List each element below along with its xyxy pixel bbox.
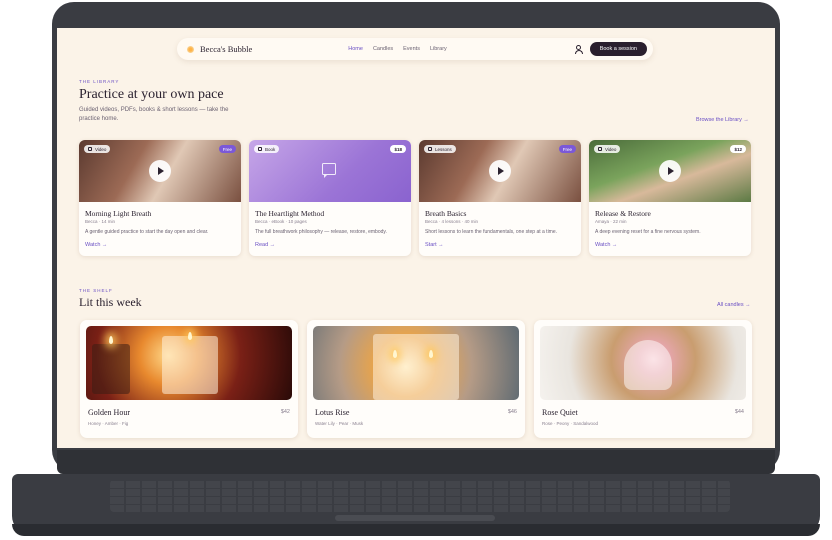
candle-price: $42 xyxy=(280,409,290,415)
candle-price: $44 xyxy=(734,409,744,415)
candle-jar xyxy=(92,344,130,394)
card-description: The full breathwork philosophy — release… xyxy=(255,229,387,235)
laptop-trackpad xyxy=(335,515,495,521)
card-price-badge: Free xyxy=(558,145,576,153)
card-description: A deep evening reset for a fine nervous … xyxy=(595,229,701,235)
card-price-badge: Free xyxy=(218,145,236,153)
card-type-tag: Video xyxy=(84,145,111,153)
card-type-label: Video xyxy=(95,146,107,152)
lessons-icon xyxy=(427,146,432,152)
nav-link-library[interactable]: Library xyxy=(430,46,447,52)
card-price-badge: $12 xyxy=(730,145,746,153)
flame-icon xyxy=(109,336,113,344)
flame-icon xyxy=(393,350,397,358)
laptop-chin xyxy=(57,450,775,474)
candle-name: Rose Quiet xyxy=(542,408,578,417)
card-meta: Becca · 14 min xyxy=(85,219,116,224)
candle-notes: Rose · Peony · Sandalwood xyxy=(542,421,599,426)
card-action-link[interactable]: Read → xyxy=(255,242,275,248)
library-eyebrow: THE LIBRARY xyxy=(79,79,120,84)
candle-price: $46 xyxy=(507,409,517,415)
candle-card[interactable]: Rose Quiet $44 Rose · Peony · Sandalwood xyxy=(534,320,752,438)
shelf-eyebrow: THE SHELF xyxy=(79,288,113,293)
card-title: Morning Light Breath xyxy=(85,209,152,218)
card-description: A gentle guided practice to start the da… xyxy=(85,229,209,235)
all-candles-link[interactable]: All candles → xyxy=(717,302,751,308)
book-session-button[interactable]: Book a session xyxy=(589,42,647,56)
navbar: Becca's Bubble Home Candles Events Libra… xyxy=(177,38,653,60)
book-icon xyxy=(257,146,262,152)
candle-notes: Water Lily · Pear · Musk xyxy=(315,421,364,426)
library-card[interactable]: Lessons Free Breath Basics Becca · 4 les… xyxy=(419,140,581,256)
card-title: Breath Basics xyxy=(425,209,467,218)
library-card[interactable]: Video Free Morning Light Breath Becca · … xyxy=(79,140,241,256)
library-card[interactable]: Book $18 The Heartlight Method Becca · e… xyxy=(249,140,411,256)
video-icon xyxy=(597,146,602,152)
video-icon xyxy=(87,146,92,152)
play-icon[interactable] xyxy=(659,160,681,182)
candle-notes: Honey · Amber · Fig xyxy=(88,421,129,426)
play-icon[interactable] xyxy=(149,160,171,182)
card-title: The Heartlight Method xyxy=(255,209,325,218)
candle-card[interactable]: Golden Hour $42 Honey · Amber · Fig xyxy=(80,320,298,438)
candle-image xyxy=(313,326,519,400)
card-type-label: Lessons xyxy=(435,146,452,152)
candle-name: Golden Hour xyxy=(88,408,130,417)
nav-link-candles[interactable]: Candles xyxy=(373,46,393,52)
card-meta: Amaya · 22 min xyxy=(595,219,627,224)
library-title: Practice at your own pace xyxy=(79,87,224,102)
card-type-label: Book xyxy=(265,146,276,152)
chat-bubble-icon xyxy=(322,163,336,178)
candle-card[interactable]: Lotus Rise $46 Water Lily · Pear · Musk xyxy=(307,320,525,438)
candle-image xyxy=(540,326,746,400)
brand-logo-icon xyxy=(187,45,194,53)
screen: Becca's Bubble Home Candles Events Libra… xyxy=(57,28,775,448)
card-action-link[interactable]: Watch → xyxy=(85,242,107,248)
brand-name[interactable]: Becca's Bubble xyxy=(200,44,252,54)
card-type-label: Video xyxy=(605,146,617,152)
play-icon[interactable] xyxy=(489,160,511,182)
nav-link-events[interactable]: Events xyxy=(403,46,420,52)
nav-links: Home Candles Events Library xyxy=(348,46,447,52)
card-title: Release & Restore xyxy=(595,209,651,218)
flame-icon xyxy=(188,332,192,340)
candle-jar xyxy=(373,334,459,400)
nav-link-home[interactable]: Home xyxy=(348,46,363,52)
flame-icon xyxy=(429,350,433,358)
card-meta: Becca · 4 lessons · 40 min xyxy=(425,219,479,224)
card-type-tag: Video xyxy=(594,145,621,153)
laptop-base-lip xyxy=(12,524,820,536)
candle-image xyxy=(86,326,292,400)
browse-library-link[interactable]: Browse the Library → xyxy=(696,117,749,123)
card-action-link[interactable]: Start → xyxy=(425,242,444,248)
candle-jar xyxy=(162,336,218,394)
library-subtitle: Guided videos, PDFs, books & short lesso… xyxy=(79,107,229,122)
laptop-keyboard xyxy=(110,480,730,512)
card-price-badge: $18 xyxy=(390,145,406,153)
card-type-tag: Book xyxy=(254,145,280,153)
card-action-link[interactable]: Watch → xyxy=(595,242,617,248)
card-description: Short lessons to learn the fundamentals,… xyxy=(425,229,558,235)
user-icon[interactable] xyxy=(574,45,583,54)
card-meta: Becca · eBook · 10 pages xyxy=(255,219,307,224)
library-card[interactable]: Video $12 Release & Restore Amaya · 22 m… xyxy=(589,140,751,256)
card-type-tag: Lessons xyxy=(424,145,456,153)
candle-jar xyxy=(624,340,672,390)
candle-name: Lotus Rise xyxy=(315,408,350,417)
shelf-title: Lit this week xyxy=(79,295,142,309)
